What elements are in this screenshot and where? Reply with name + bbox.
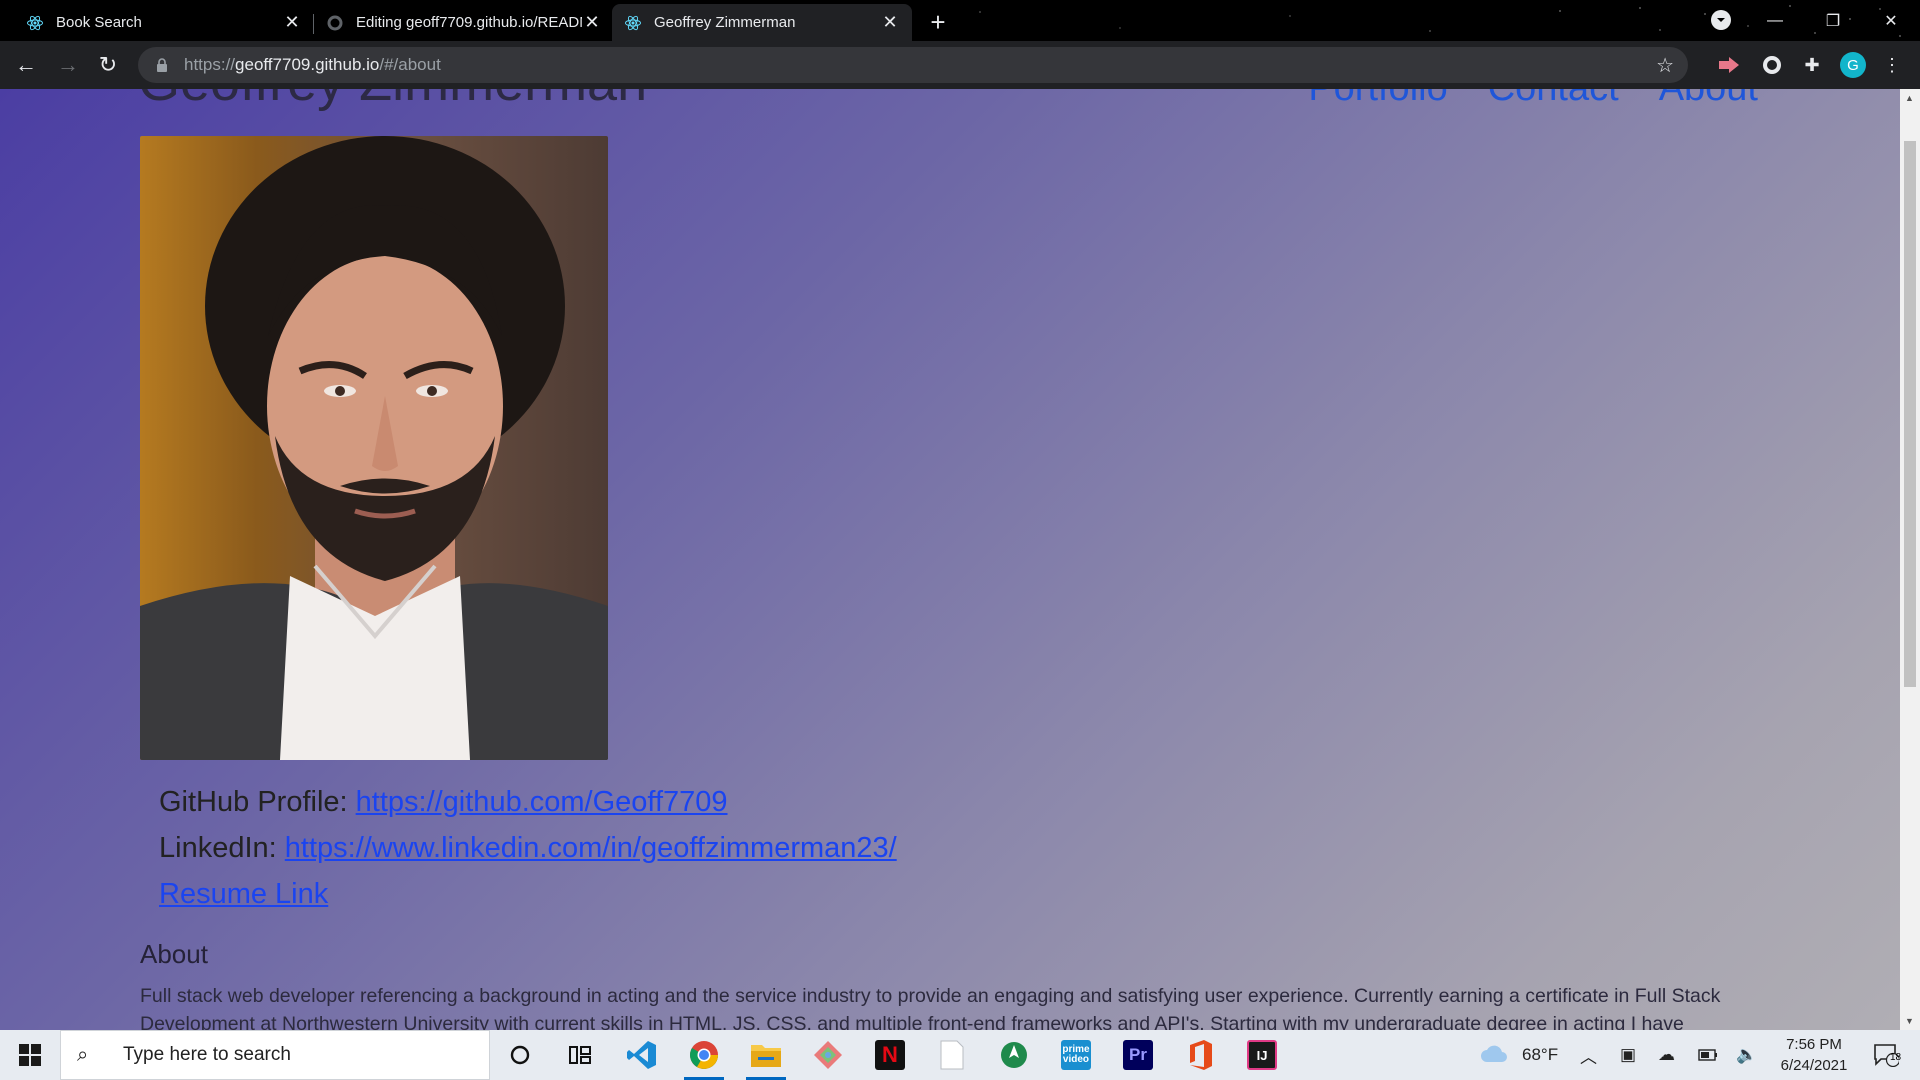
volume-icon[interactable]: 🔈	[1736, 1030, 1757, 1080]
meet-now-icon[interactable]: ▣	[1620, 1030, 1636, 1080]
close-window-icon[interactable]: ✕	[1862, 0, 1920, 41]
notepad-icon[interactable]	[926, 1035, 978, 1075]
url-path: /#/about	[379, 55, 441, 74]
scroll-up-arrow-icon[interactable]: ▲	[1905, 93, 1915, 103]
window-controls: — ❐ ✕	[1746, 0, 1920, 41]
profile-photo	[140, 136, 608, 760]
react-icon	[624, 14, 642, 32]
clock-date: 6/24/2021	[1780, 1057, 1848, 1074]
linkedin-link[interactable]: https://www.linkedin.com/in/geoffzimmerm…	[285, 832, 897, 864]
notification-center-icon[interactable]: 18	[1866, 1038, 1906, 1072]
office-icon[interactable]	[1174, 1035, 1226, 1075]
scroll-thumb[interactable]	[1904, 141, 1916, 687]
intellij-icon[interactable]: IJ	[1236, 1035, 1288, 1075]
restore-icon[interactable]: ❐	[1804, 0, 1862, 41]
tab-close-icon[interactable]: ✕	[282, 12, 302, 33]
browser-toolbar: ← → ↻ https://geoff7709.github.io/#/abou…	[0, 41, 1920, 89]
profile-links: GitHub Profile: https://github.com/Geoff…	[159, 779, 897, 917]
netflix-icon[interactable]: N	[864, 1035, 916, 1075]
lock-icon	[154, 57, 170, 73]
nav-contact[interactable]: Contact	[1488, 89, 1619, 110]
page-viewport: Geoffrey Zimmerman Portfolio Contact Abo…	[0, 89, 1900, 1030]
taskbar: ⌕ Type here to search N prime video Pr IJ	[0, 1030, 1920, 1080]
battery-icon[interactable]	[1698, 1030, 1718, 1080]
gitkraken-icon[interactable]	[802, 1035, 854, 1075]
weather-temp: 68°F	[1522, 1045, 1559, 1064]
scroll-down-arrow-icon[interactable]: ▼	[1905, 1016, 1915, 1026]
github-link[interactable]: https://github.com/Geoff7709	[356, 786, 728, 818]
github-row: GitHub Profile: https://github.com/Geoff…	[159, 779, 897, 825]
tab-search-icon[interactable]	[1711, 10, 1731, 30]
linkedin-label: LinkedIn:	[159, 832, 277, 864]
extension-circle-icon[interactable]	[1760, 53, 1784, 77]
minimize-icon[interactable]: —	[1746, 0, 1804, 41]
tray-chevron-icon[interactable]: ︿	[1580, 1030, 1597, 1080]
tab-geoffrey-zimmerman[interactable]: Geoffrey Zimmerman ✕	[612, 4, 912, 41]
profile-avatar[interactable]: G	[1840, 52, 1866, 78]
url-prefix: https://	[184, 55, 236, 74]
menu-kebab-icon[interactable]: ⋮	[1880, 53, 1904, 77]
url-host: geoff7709.github.io	[235, 55, 380, 74]
chrome-icon[interactable]	[678, 1035, 730, 1080]
site-title: Geoffrey Zimmerman	[138, 89, 647, 113]
tab-title: Geoffrey Zimmerman	[654, 14, 796, 31]
tab-strip: Book Search ✕ Editing geoff7709.github.i…	[0, 0, 1920, 41]
taskbar-clock[interactable]: 7:56 PM 6/24/2021	[1764, 1034, 1864, 1076]
windows-start-icon[interactable]	[0, 1030, 60, 1080]
linkedin-row: LinkedIn: https://www.linkedin.com/in/ge…	[159, 825, 897, 871]
notification-count: 18	[1890, 1052, 1902, 1063]
tab-title: Book Search	[56, 14, 142, 31]
weather-widget[interactable]: 68°F	[1480, 1030, 1558, 1080]
github-label: GitHub Profile:	[159, 786, 348, 818]
task-view-icon[interactable]	[554, 1035, 606, 1075]
taskbar-search-input[interactable]: ⌕ Type here to search	[60, 1030, 490, 1080]
search-icon: ⌕	[77, 1043, 89, 1066]
page-scrollbar[interactable]: ▲ ▼	[1900, 89, 1920, 1030]
file-explorer-icon[interactable]	[740, 1035, 792, 1080]
about-paragraph: Full stack web developer referencing a b…	[140, 985, 1721, 1030]
rocket-app-icon[interactable]	[988, 1035, 1040, 1075]
tab-close-icon[interactable]: ✕	[880, 12, 900, 33]
extension-arrow-icon[interactable]	[1718, 53, 1742, 77]
search-placeholder: Type here to search	[123, 1044, 291, 1065]
premiere-pro-icon[interactable]: Pr	[1112, 1035, 1164, 1075]
tab-book-search[interactable]: Book Search ✕	[14, 4, 314, 41]
forward-arrow-icon[interactable]: →	[52, 49, 84, 81]
tab-close-icon[interactable]: ✕	[582, 12, 602, 33]
extensions-puzzle-icon[interactable]: ✚	[1800, 53, 1824, 77]
reload-icon[interactable]: ↻	[92, 49, 124, 81]
resume-row: Resume Link	[159, 871, 897, 917]
vscode-icon[interactable]	[616, 1035, 668, 1075]
onedrive-cloud-icon[interactable]: ☁	[1658, 1030, 1675, 1080]
cloud-icon	[1480, 1043, 1508, 1068]
tab-title: Editing geoff7709.github.io/README	[356, 14, 582, 31]
bookmark-star-icon[interactable]: ☆	[1656, 53, 1674, 78]
back-arrow-icon[interactable]: ←	[10, 49, 42, 81]
cortana-circle-icon[interactable]	[494, 1035, 546, 1075]
nav-portfolio[interactable]: Portfolio	[1308, 89, 1447, 110]
new-tab-button[interactable]: +	[924, 7, 952, 37]
tab-editing-readme[interactable]: Editing geoff7709.github.io/README ✕	[314, 4, 614, 41]
clock-time: 7:56 PM	[1786, 1036, 1842, 1053]
github-icon	[326, 14, 344, 32]
react-icon	[26, 14, 44, 32]
prime-video-icon[interactable]: prime video	[1050, 1035, 1102, 1075]
top-nav: Portfolio Contact About	[1308, 89, 1758, 110]
resume-link[interactable]: Resume Link	[159, 878, 328, 910]
about-heading: About	[140, 939, 208, 969]
nav-about[interactable]: About	[1659, 89, 1758, 110]
address-bar[interactable]: https://geoff7709.github.io/#/about ☆	[138, 47, 1688, 83]
